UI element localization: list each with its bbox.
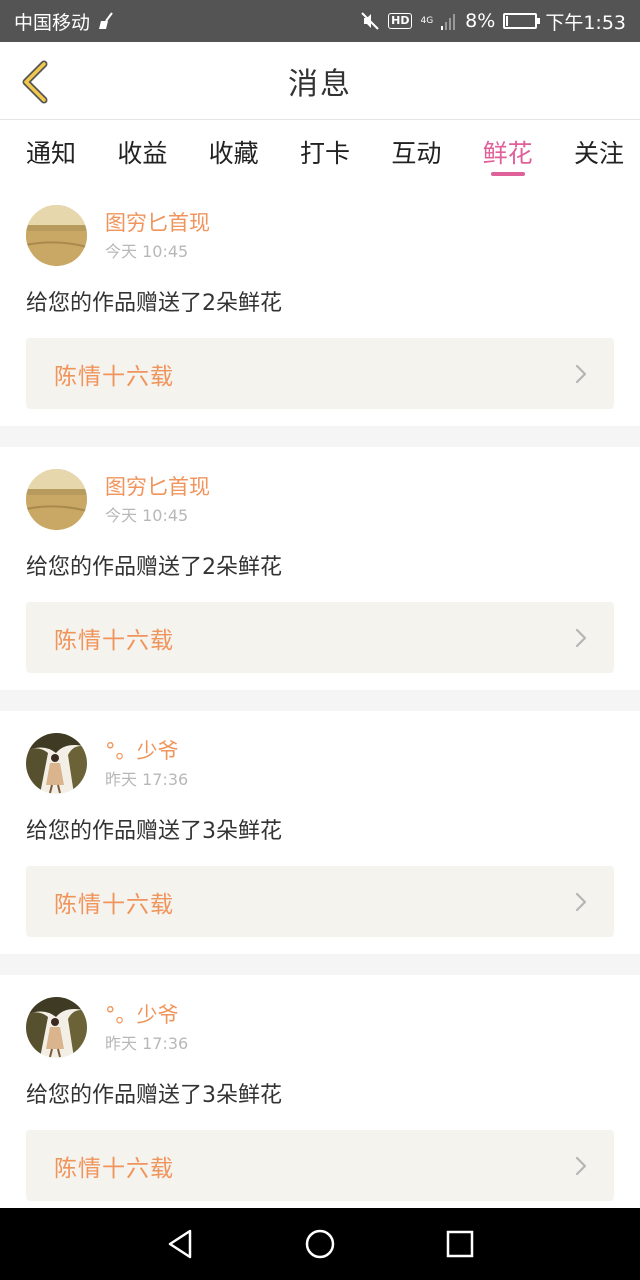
chevron-right-icon xyxy=(575,1156,587,1175)
tab-3[interactable]: 打卡 xyxy=(300,121,350,183)
tab-2[interactable]: 收藏 xyxy=(209,121,259,183)
hd-badge: HD xyxy=(388,13,413,29)
clock: 下午1:53 xyxy=(545,11,626,34)
tab-0[interactable]: 通知 xyxy=(26,121,76,183)
mute-icon xyxy=(360,11,380,31)
square-recents-icon xyxy=(446,1230,474,1258)
section-divider xyxy=(0,690,640,711)
work-link[interactable]: 陈情十六载 xyxy=(26,602,614,673)
tab-label: 打卡 xyxy=(299,139,350,168)
message-card: 图穷匕首现今天 10:45 给您的作品赠送了2朵鲜花陈情十六载 xyxy=(0,183,640,426)
chevron-right-icon xyxy=(575,892,587,911)
sender-name[interactable]: °。少爷 xyxy=(105,738,188,764)
nav-home-button[interactable] xyxy=(300,1224,340,1264)
avatar[interactable] xyxy=(26,733,87,794)
work-link[interactable]: 陈情十六载 xyxy=(26,1130,614,1201)
carrier-label: 中国移动 xyxy=(14,11,91,34)
message-text: 给您的作品赠送了2朵鲜花 xyxy=(26,555,282,580)
message-card: °。少爷昨天 17:36 给您的作品赠送了3朵鲜花陈情十六载 xyxy=(0,711,640,954)
avatar[interactable] xyxy=(26,205,87,266)
message-text: 给您的作品赠送了2朵鲜花 xyxy=(26,291,282,316)
sender-name[interactable]: 图穷匕首现 xyxy=(105,474,210,500)
tab-label: 关注 xyxy=(573,139,624,168)
message-text: 给您的作品赠送了3朵鲜花 xyxy=(26,1083,282,1108)
nav-back-button[interactable] xyxy=(160,1224,200,1264)
message-list: 图穷匕首现 今天 10:45 给您的作品赠送了2朵鲜花 陈情十六载 图穷匕首现 今天 10… xyxy=(0,183,640,1218)
sender-meta: 图穷匕首现今天 10:45 xyxy=(105,210,210,263)
work-title: 陈情十六载 xyxy=(54,627,174,654)
work-title: 陈情十六载 xyxy=(54,363,174,390)
broom-icon xyxy=(98,12,116,30)
status-left: 中国移动 xyxy=(14,8,116,35)
page-title: 消息 xyxy=(288,66,352,102)
tab-label: 收藏 xyxy=(208,139,259,168)
tab-4[interactable]: 互动 xyxy=(391,121,441,183)
timestamp: 昨天 17:36 xyxy=(105,770,189,789)
circle-home-icon xyxy=(305,1229,335,1259)
tab-bar: 通知 收益 收藏 打卡 互动 鲜花 关注 xyxy=(0,121,640,183)
timestamp: 今天 10:45 xyxy=(105,506,189,525)
avatar[interactable] xyxy=(26,469,87,530)
active-tab-indicator xyxy=(490,172,525,176)
section-divider xyxy=(0,954,640,975)
avatar[interactable] xyxy=(26,997,87,1058)
tab-label: 互动 xyxy=(391,139,442,168)
system-nav-bar xyxy=(0,1208,640,1280)
status-right: HD 4G 8% 下午1:53 xyxy=(360,8,626,35)
sender-name[interactable]: °。少爷 xyxy=(105,1002,188,1028)
message-card: °。少爷昨天 17:36 给您的作品赠送了3朵鲜花陈情十六载 xyxy=(0,975,640,1218)
sender-name[interactable]: 图穷匕首现 xyxy=(105,210,210,236)
network-label: 4G xyxy=(420,15,434,26)
tab-label: 通知 xyxy=(26,139,77,168)
card-header: 图穷匕首现今天 10:45 xyxy=(26,469,614,535)
battery-icon xyxy=(503,13,541,29)
message-card: 图穷匕首现今天 10:45 给您的作品赠送了2朵鲜花陈情十六载 xyxy=(0,447,640,690)
tab-1[interactable]: 收益 xyxy=(117,121,167,183)
timestamp: 今天 10:45 xyxy=(105,242,189,261)
sender-meta: 图穷匕首现今天 10:45 xyxy=(105,474,210,527)
chevron-right-icon xyxy=(575,628,587,647)
work-link[interactable]: 陈情十六载 xyxy=(26,338,614,409)
status-bar: 中国移动 HD 4G 8% 下午1:53 xyxy=(0,0,640,42)
section-divider xyxy=(0,426,640,447)
triangle-back-icon xyxy=(168,1229,192,1259)
work-title: 陈情十六载 xyxy=(54,891,174,918)
timestamp: 昨天 17:36 xyxy=(105,1034,189,1053)
battery-fill xyxy=(506,16,509,26)
tab-label: 鲜花 xyxy=(482,139,533,168)
tab-5[interactable]: 鲜花 xyxy=(483,121,533,183)
nav-recents-button[interactable] xyxy=(440,1224,480,1264)
tab-label: 收益 xyxy=(117,139,168,168)
chevron-right-icon xyxy=(575,364,587,383)
message-text: 给您的作品赠送了3朵鲜花 xyxy=(26,819,282,844)
work-link[interactable]: 陈情十六载 xyxy=(26,866,614,937)
card-header: 图穷匕首现今天 10:45 xyxy=(26,205,614,271)
chevron-left-icon xyxy=(22,60,48,104)
tab-6[interactable]: 关注 xyxy=(574,121,624,183)
header: 消息 xyxy=(0,42,640,120)
sender-meta: °。少爷昨天 17:36 xyxy=(105,1002,188,1055)
work-title: 陈情十六载 xyxy=(54,1155,174,1182)
sender-meta: °。少爷昨天 17:36 xyxy=(105,738,188,791)
signal-icon xyxy=(441,12,457,30)
card-header: °。少爷昨天 17:36 xyxy=(26,733,614,799)
back-button[interactable] xyxy=(14,58,54,106)
card-header: °。少爷昨天 17:36 xyxy=(26,997,614,1063)
battery-percent: 8% xyxy=(465,10,496,32)
